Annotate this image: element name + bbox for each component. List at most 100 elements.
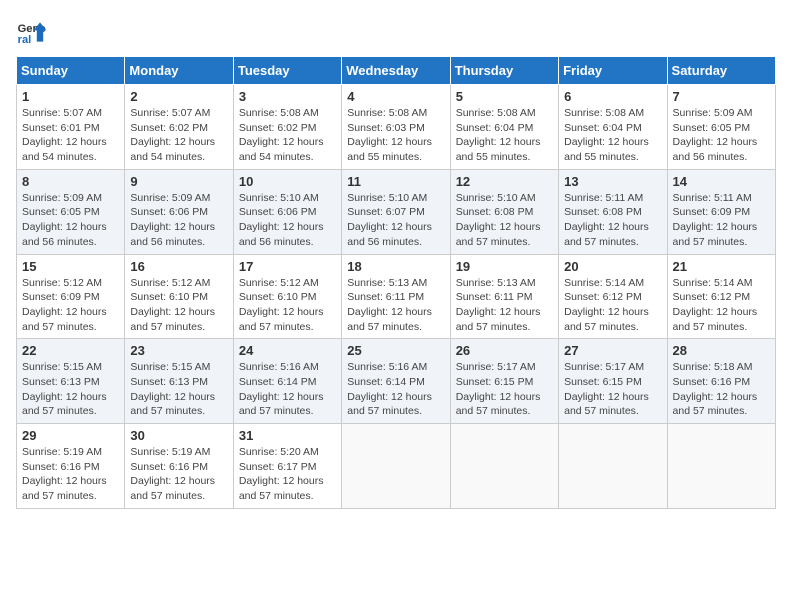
day-number: 26 <box>456 343 553 358</box>
logo-icon: Gene ral <box>16 16 48 48</box>
day-number: 7 <box>673 89 770 104</box>
day-number: 18 <box>347 259 444 274</box>
day-info: Sunrise: 5:19 AM Sunset: 6:16 PM Dayligh… <box>22 445 119 504</box>
calendar-cell: 29 Sunrise: 5:19 AM Sunset: 6:16 PM Dayl… <box>17 424 125 509</box>
calendar-cell: 23 Sunrise: 5:15 AM Sunset: 6:13 PM Dayl… <box>125 339 233 424</box>
day-info: Sunrise: 5:13 AM Sunset: 6:11 PM Dayligh… <box>347 276 444 335</box>
logo: Gene ral <box>16 16 52 48</box>
calendar-cell <box>667 424 775 509</box>
day-number: 12 <box>456 174 553 189</box>
day-number: 19 <box>456 259 553 274</box>
day-info: Sunrise: 5:11 AM Sunset: 6:09 PM Dayligh… <box>673 191 770 250</box>
day-info: Sunrise: 5:12 AM Sunset: 6:10 PM Dayligh… <box>130 276 227 335</box>
day-info: Sunrise: 5:16 AM Sunset: 6:14 PM Dayligh… <box>239 360 336 419</box>
day-number: 20 <box>564 259 661 274</box>
day-number: 10 <box>239 174 336 189</box>
day-info: Sunrise: 5:08 AM Sunset: 6:02 PM Dayligh… <box>239 106 336 165</box>
day-info: Sunrise: 5:09 AM Sunset: 6:05 PM Dayligh… <box>673 106 770 165</box>
calendar-cell: 7 Sunrise: 5:09 AM Sunset: 6:05 PM Dayli… <box>667 85 775 170</box>
calendar-cell: 16 Sunrise: 5:12 AM Sunset: 6:10 PM Dayl… <box>125 254 233 339</box>
day-number: 15 <box>22 259 119 274</box>
calendar-cell: 10 Sunrise: 5:10 AM Sunset: 6:06 PM Dayl… <box>233 169 341 254</box>
calendar-cell: 14 Sunrise: 5:11 AM Sunset: 6:09 PM Dayl… <box>667 169 775 254</box>
calendar-cell: 13 Sunrise: 5:11 AM Sunset: 6:08 PM Dayl… <box>559 169 667 254</box>
day-number: 4 <box>347 89 444 104</box>
day-number: 1 <box>22 89 119 104</box>
day-info: Sunrise: 5:09 AM Sunset: 6:05 PM Dayligh… <box>22 191 119 250</box>
calendar-cell: 4 Sunrise: 5:08 AM Sunset: 6:03 PM Dayli… <box>342 85 450 170</box>
calendar-cell: 25 Sunrise: 5:16 AM Sunset: 6:14 PM Dayl… <box>342 339 450 424</box>
day-info: Sunrise: 5:08 AM Sunset: 6:04 PM Dayligh… <box>564 106 661 165</box>
calendar-cell: 21 Sunrise: 5:14 AM Sunset: 6:12 PM Dayl… <box>667 254 775 339</box>
day-number: 28 <box>673 343 770 358</box>
weekday-header-saturday: Saturday <box>667 57 775 85</box>
calendar-cell <box>450 424 558 509</box>
calendar-cell: 24 Sunrise: 5:16 AM Sunset: 6:14 PM Dayl… <box>233 339 341 424</box>
day-number: 21 <box>673 259 770 274</box>
calendar-cell: 19 Sunrise: 5:13 AM Sunset: 6:11 PM Dayl… <box>450 254 558 339</box>
day-number: 22 <box>22 343 119 358</box>
calendar-cell <box>559 424 667 509</box>
day-number: 3 <box>239 89 336 104</box>
calendar-week-1: 1 Sunrise: 5:07 AM Sunset: 6:01 PM Dayli… <box>17 85 776 170</box>
day-info: Sunrise: 5:10 AM Sunset: 6:08 PM Dayligh… <box>456 191 553 250</box>
day-number: 31 <box>239 428 336 443</box>
calendar-cell: 1 Sunrise: 5:07 AM Sunset: 6:01 PM Dayli… <box>17 85 125 170</box>
weekday-header-tuesday: Tuesday <box>233 57 341 85</box>
page-header: Gene ral <box>16 16 776 48</box>
calendar-week-4: 22 Sunrise: 5:15 AM Sunset: 6:13 PM Dayl… <box>17 339 776 424</box>
day-info: Sunrise: 5:18 AM Sunset: 6:16 PM Dayligh… <box>673 360 770 419</box>
day-number: 6 <box>564 89 661 104</box>
day-info: Sunrise: 5:14 AM Sunset: 6:12 PM Dayligh… <box>673 276 770 335</box>
calendar-cell: 15 Sunrise: 5:12 AM Sunset: 6:09 PM Dayl… <box>17 254 125 339</box>
day-info: Sunrise: 5:15 AM Sunset: 6:13 PM Dayligh… <box>130 360 227 419</box>
day-number: 9 <box>130 174 227 189</box>
day-number: 13 <box>564 174 661 189</box>
calendar-cell: 26 Sunrise: 5:17 AM Sunset: 6:15 PM Dayl… <box>450 339 558 424</box>
weekday-header-sunday: Sunday <box>17 57 125 85</box>
day-info: Sunrise: 5:11 AM Sunset: 6:08 PM Dayligh… <box>564 191 661 250</box>
day-info: Sunrise: 5:16 AM Sunset: 6:14 PM Dayligh… <box>347 360 444 419</box>
calendar-table: SundayMondayTuesdayWednesdayThursdayFrid… <box>16 56 776 509</box>
calendar-cell: 28 Sunrise: 5:18 AM Sunset: 6:16 PM Dayl… <box>667 339 775 424</box>
calendar-cell <box>342 424 450 509</box>
day-info: Sunrise: 5:17 AM Sunset: 6:15 PM Dayligh… <box>456 360 553 419</box>
day-info: Sunrise: 5:07 AM Sunset: 6:02 PM Dayligh… <box>130 106 227 165</box>
calendar-week-2: 8 Sunrise: 5:09 AM Sunset: 6:05 PM Dayli… <box>17 169 776 254</box>
day-info: Sunrise: 5:10 AM Sunset: 6:07 PM Dayligh… <box>347 191 444 250</box>
calendar-cell: 22 Sunrise: 5:15 AM Sunset: 6:13 PM Dayl… <box>17 339 125 424</box>
calendar-cell: 2 Sunrise: 5:07 AM Sunset: 6:02 PM Dayli… <box>125 85 233 170</box>
weekday-header-wednesday: Wednesday <box>342 57 450 85</box>
day-info: Sunrise: 5:17 AM Sunset: 6:15 PM Dayligh… <box>564 360 661 419</box>
calendar-cell: 3 Sunrise: 5:08 AM Sunset: 6:02 PM Dayli… <box>233 85 341 170</box>
calendar-cell: 20 Sunrise: 5:14 AM Sunset: 6:12 PM Dayl… <box>559 254 667 339</box>
day-info: Sunrise: 5:07 AM Sunset: 6:01 PM Dayligh… <box>22 106 119 165</box>
day-info: Sunrise: 5:20 AM Sunset: 6:17 PM Dayligh… <box>239 445 336 504</box>
day-number: 27 <box>564 343 661 358</box>
weekday-header-friday: Friday <box>559 57 667 85</box>
day-number: 25 <box>347 343 444 358</box>
day-info: Sunrise: 5:12 AM Sunset: 6:10 PM Dayligh… <box>239 276 336 335</box>
weekday-header-monday: Monday <box>125 57 233 85</box>
weekday-header-thursday: Thursday <box>450 57 558 85</box>
day-number: 16 <box>130 259 227 274</box>
day-info: Sunrise: 5:14 AM Sunset: 6:12 PM Dayligh… <box>564 276 661 335</box>
day-info: Sunrise: 5:08 AM Sunset: 6:04 PM Dayligh… <box>456 106 553 165</box>
calendar-cell: 9 Sunrise: 5:09 AM Sunset: 6:06 PM Dayli… <box>125 169 233 254</box>
calendar-cell: 27 Sunrise: 5:17 AM Sunset: 6:15 PM Dayl… <box>559 339 667 424</box>
day-number: 24 <box>239 343 336 358</box>
day-info: Sunrise: 5:09 AM Sunset: 6:06 PM Dayligh… <box>130 191 227 250</box>
day-info: Sunrise: 5:13 AM Sunset: 6:11 PM Dayligh… <box>456 276 553 335</box>
calendar-cell: 18 Sunrise: 5:13 AM Sunset: 6:11 PM Dayl… <box>342 254 450 339</box>
day-info: Sunrise: 5:12 AM Sunset: 6:09 PM Dayligh… <box>22 276 119 335</box>
calendar-cell: 30 Sunrise: 5:19 AM Sunset: 6:16 PM Dayl… <box>125 424 233 509</box>
calendar-cell: 17 Sunrise: 5:12 AM Sunset: 6:10 PM Dayl… <box>233 254 341 339</box>
day-number: 30 <box>130 428 227 443</box>
calendar-cell: 31 Sunrise: 5:20 AM Sunset: 6:17 PM Dayl… <box>233 424 341 509</box>
svg-text:ral: ral <box>18 34 32 46</box>
calendar-cell: 5 Sunrise: 5:08 AM Sunset: 6:04 PM Dayli… <box>450 85 558 170</box>
day-number: 2 <box>130 89 227 104</box>
weekday-header-row: SundayMondayTuesdayWednesdayThursdayFrid… <box>17 57 776 85</box>
calendar-week-3: 15 Sunrise: 5:12 AM Sunset: 6:09 PM Dayl… <box>17 254 776 339</box>
day-info: Sunrise: 5:08 AM Sunset: 6:03 PM Dayligh… <box>347 106 444 165</box>
